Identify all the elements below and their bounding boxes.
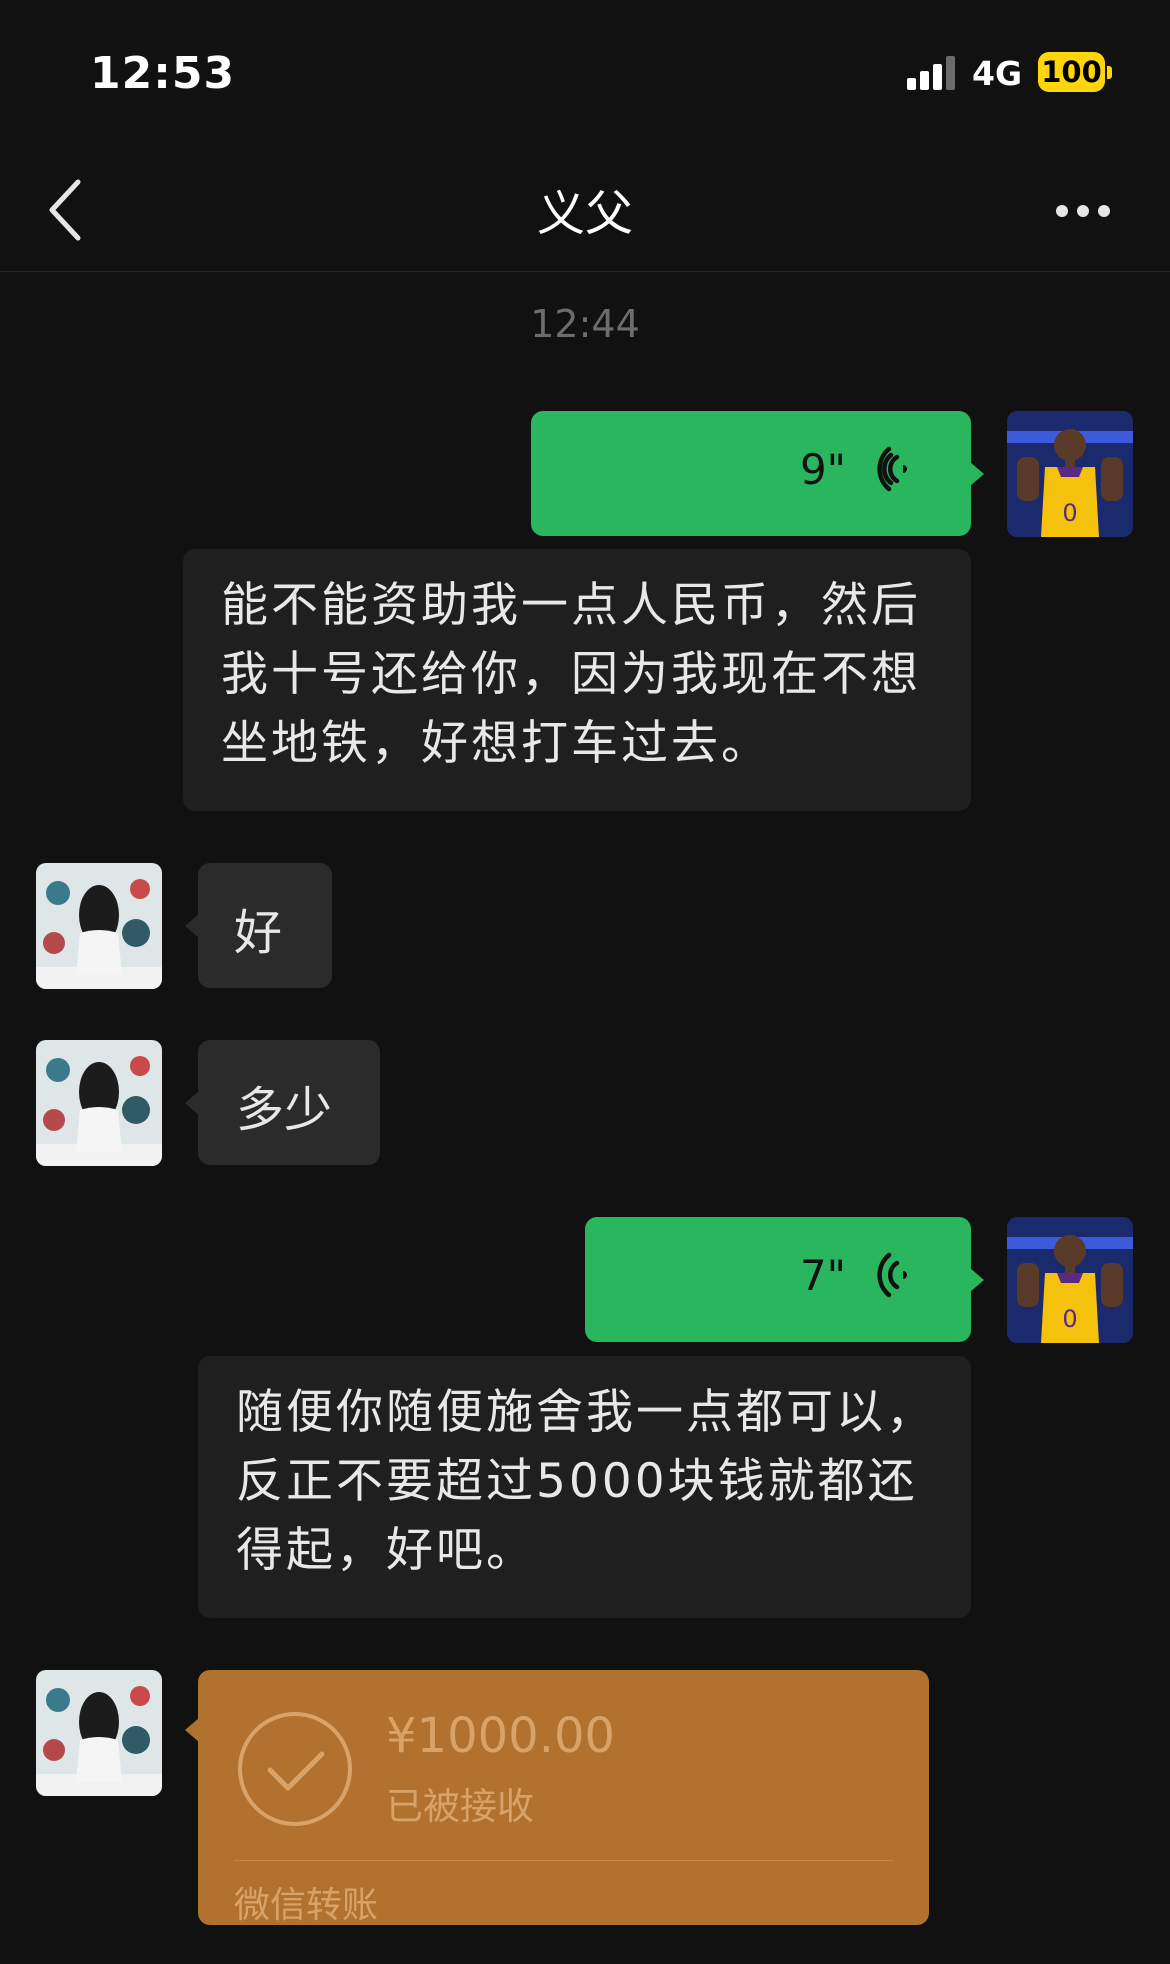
voice-transcript-text: 能不能资助我一点人民币，然后我十号还给你，因为我现在不想坐地铁，好想打车过去。 [221,578,921,771]
avatar-image: 0 [1007,411,1133,537]
status-time: 12:53 [90,48,236,99]
voice-duration: 7" [799,1251,846,1300]
voice-message-bubble[interactable]: 9" [531,411,984,536]
voice-transcript: 随便你随便施舍我一点都可以，反正不要超过5000块钱就都还得起，好吧。 [198,1356,971,1618]
transfer-status: 已被接收 [386,1785,534,1828]
contact-avatar[interactable] [36,1670,162,1796]
text-message-bubble[interactable]: 好 [185,863,332,988]
avatar-image: 0 [1007,1217,1133,1343]
signal-icon [907,56,955,90]
ellipsis-icon [1056,205,1068,217]
voice-wave-icon [877,1252,907,1298]
voice-message-bubble[interactable]: 7" [585,1217,984,1342]
avatar-image [36,863,162,989]
transfer-label: 微信转账 [234,1885,379,1926]
transfer-card[interactable]: ¥1000.00 已被接收 微信转账 [185,1670,929,1926]
avatar-image [36,1040,162,1166]
network-type: 4G [972,54,1023,93]
contact-avatar[interactable] [36,1040,162,1166]
nav-bar: 义父 [0,150,1170,272]
svg-text:0: 0 [1062,1305,1077,1333]
voice-duration: 9" [799,445,846,494]
avatar-image [36,1670,162,1796]
chat-title: 义父 [536,186,633,242]
voice-transcript-text: 随便你随便施舍我一点都可以，反正不要超过5000块钱就都还得起，好吧。 [236,1385,936,1578]
battery-icon: 100 [1038,52,1105,92]
battery-tip [1107,66,1112,79]
voice-transcript: 能不能资助我一点人民币，然后我十号还给你，因为我现在不想坐地铁，好想打车过去。 [183,549,971,811]
svg-text:0: 0 [1062,499,1077,527]
check-circle-icon [238,1712,352,1826]
transfer-divider [234,1860,893,1861]
chat-timestamp: 12:44 [530,302,640,346]
contact-avatar[interactable] [36,863,162,989]
voice-wave-icon [877,446,907,492]
more-button[interactable] [1048,190,1118,230]
message-text: 好 [234,905,283,961]
status-bar: 12:53 4G 100 [0,0,1170,150]
message-text: 多少 [236,1082,333,1138]
my-avatar[interactable]: 0 [1007,1217,1133,1343]
transfer-amount: ¥1000.00 [386,1708,616,1764]
my-avatar[interactable]: 0 [1007,411,1133,537]
text-message-bubble[interactable]: 多少 [185,1040,380,1165]
